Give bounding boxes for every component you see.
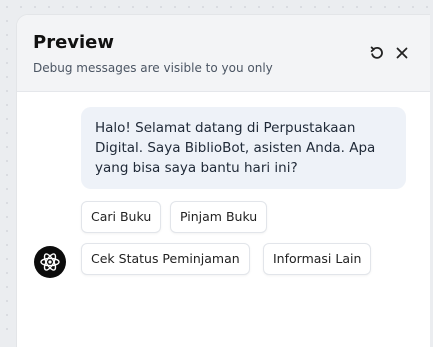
- bot-avatar: [34, 246, 66, 278]
- quick-reply-informasi-lain[interactable]: Informasi Lain: [263, 243, 372, 275]
- preview-header: Preview Debug messages are visible to yo…: [17, 15, 430, 92]
- preview-title: Preview: [33, 32, 115, 53]
- preview-panel: Preview Debug messages are visible to yo…: [16, 14, 430, 347]
- close-icon: [396, 47, 408, 59]
- quick-reply-cek-status-peminjaman[interactable]: Cek Status Peminjaman: [81, 243, 250, 275]
- bot-message-bubble: Halo! Selamat datang di Perpustakaan Dig…: [81, 107, 406, 189]
- close-button[interactable]: [392, 43, 412, 63]
- quick-reply-cari-buku[interactable]: Cari Buku: [81, 201, 162, 233]
- atom-icon: [40, 253, 60, 271]
- refresh-button[interactable]: [367, 43, 387, 63]
- refresh-icon: [370, 46, 383, 59]
- quick-reply-pinjam-buku[interactable]: Pinjam Buku: [170, 201, 268, 233]
- preview-subtitle: Debug messages are visible to you only: [33, 61, 273, 75]
